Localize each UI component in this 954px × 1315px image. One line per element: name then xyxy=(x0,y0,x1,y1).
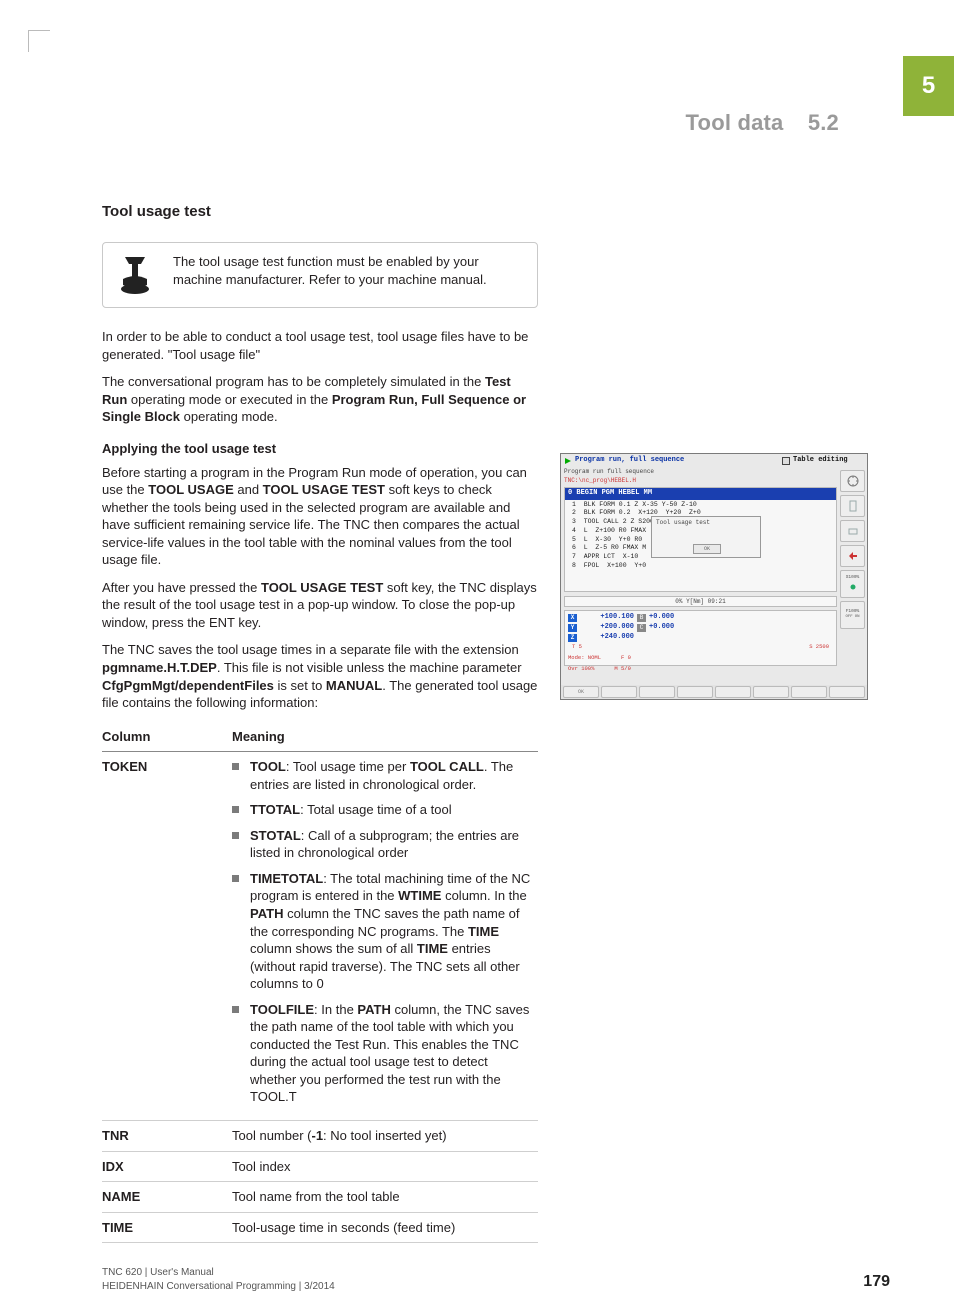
softkey-bar: OK xyxy=(561,685,867,699)
paragraph: The conversational program has to be com… xyxy=(102,373,538,426)
softkey[interactable] xyxy=(677,686,713,698)
tool-usage-table: Column Meaning TOKEN TOOL: Tool usage ti… xyxy=(102,722,538,1244)
tool-usage-popup: Tool usage test OK xyxy=(651,516,761,558)
softkey[interactable] xyxy=(753,686,789,698)
running-head-title: Tool data xyxy=(686,110,784,135)
col-header: Column xyxy=(102,722,232,752)
softkey[interactable] xyxy=(829,686,865,698)
running-head-section: 5.2 xyxy=(808,110,839,135)
mode-title: Program run, full sequence xyxy=(561,454,779,468)
crop-mark xyxy=(28,30,50,52)
sidebar-button[interactable] xyxy=(840,545,865,567)
table-row: IDX Tool index xyxy=(102,1151,538,1182)
running-head: Tool data 5.2 xyxy=(686,108,839,138)
table-row: TIME Tool-usage time in seconds (feed ti… xyxy=(102,1212,538,1243)
sidebar-button[interactable] xyxy=(840,470,865,492)
machine-icon xyxy=(113,253,157,297)
sidebar-button[interactable] xyxy=(840,520,865,542)
list-item: TOOLFILE: In the PATH column, the TNC sa… xyxy=(232,1001,532,1106)
program-listing: 0 BEGIN PGM HEBEL MM 1 BLK FORM 0.1 Z X-… xyxy=(564,487,837,592)
softkey[interactable] xyxy=(639,686,675,698)
paragraph: After you have pressed the TOOL USAGE TE… xyxy=(102,579,538,632)
softkey[interactable] xyxy=(601,686,637,698)
softkey[interactable] xyxy=(791,686,827,698)
manufacturer-note: The tool usage test function must be ena… xyxy=(102,242,538,308)
paragraph: Before starting a program in the Program… xyxy=(102,464,538,569)
dro-panel: X+100.100B+0.000 Y+200.000C+0.000 Z+240.… xyxy=(564,610,837,666)
program-path: TNC:\nc_prog\HEBEL.H xyxy=(561,477,867,487)
paragraph: In order to be able to conduct a tool us… xyxy=(102,328,538,363)
main-content: Tool usage test The tool usage test func… xyxy=(102,202,538,1243)
sidebar-button[interactable]: F100% OFFON xyxy=(840,601,865,629)
machine-screenshot: Program run, full sequence Table editing… xyxy=(560,453,868,700)
program-line-selected: 0 BEGIN PGM HEBEL MM xyxy=(565,488,836,499)
softkey[interactable]: OK xyxy=(563,686,599,698)
paragraph: The TNC saves the tool usage times in a … xyxy=(102,641,538,711)
list-item: TOOL: Tool usage time per TOOL CALL. The… xyxy=(232,758,532,793)
list-item: STOTAL: Call of a subprogram; the entrie… xyxy=(232,827,532,862)
table-row: NAME Tool name from the tool table xyxy=(102,1182,538,1213)
chapter-tab: 5 xyxy=(903,56,954,116)
list-item: TIMETOTAL: The total machining time of t… xyxy=(232,870,532,993)
popup-ok-button[interactable]: OK xyxy=(693,544,721,554)
list-item: TTOTAL: Total usage time of a tool xyxy=(232,801,532,819)
secondary-mode: Table editing xyxy=(779,454,867,468)
subheading: Applying the tool usage test xyxy=(102,440,538,458)
chapter-number: 5 xyxy=(922,70,935,102)
right-sidebar: S100% F100% OFFON xyxy=(840,470,865,683)
sidebar-button[interactable] xyxy=(840,495,865,517)
section-title: Tool usage test xyxy=(102,202,538,222)
table-row: TNR Tool number (-1: No tool inserted ye… xyxy=(102,1121,538,1152)
run-icon xyxy=(564,457,572,465)
table-icon xyxy=(782,457,790,465)
progress-bar: 0% Y[Nm] 09:21 xyxy=(564,596,837,607)
mode-subtitle: Program run full sequence xyxy=(561,468,867,477)
col-header: Meaning xyxy=(232,722,538,752)
sidebar-button[interactable]: S100% xyxy=(840,570,865,598)
page-number: 179 xyxy=(863,1271,890,1293)
note-text: The tool usage test function must be ena… xyxy=(173,253,523,289)
table-row: TOKEN TOOL: Tool usage time per TOOL CAL… xyxy=(102,752,538,1121)
softkey[interactable] xyxy=(715,686,751,698)
page-footer: TNC 620 | User's Manual HEIDENHAIN Conve… xyxy=(102,1266,890,1293)
footer-text: TNC 620 | User's Manual HEIDENHAIN Conve… xyxy=(102,1266,335,1293)
